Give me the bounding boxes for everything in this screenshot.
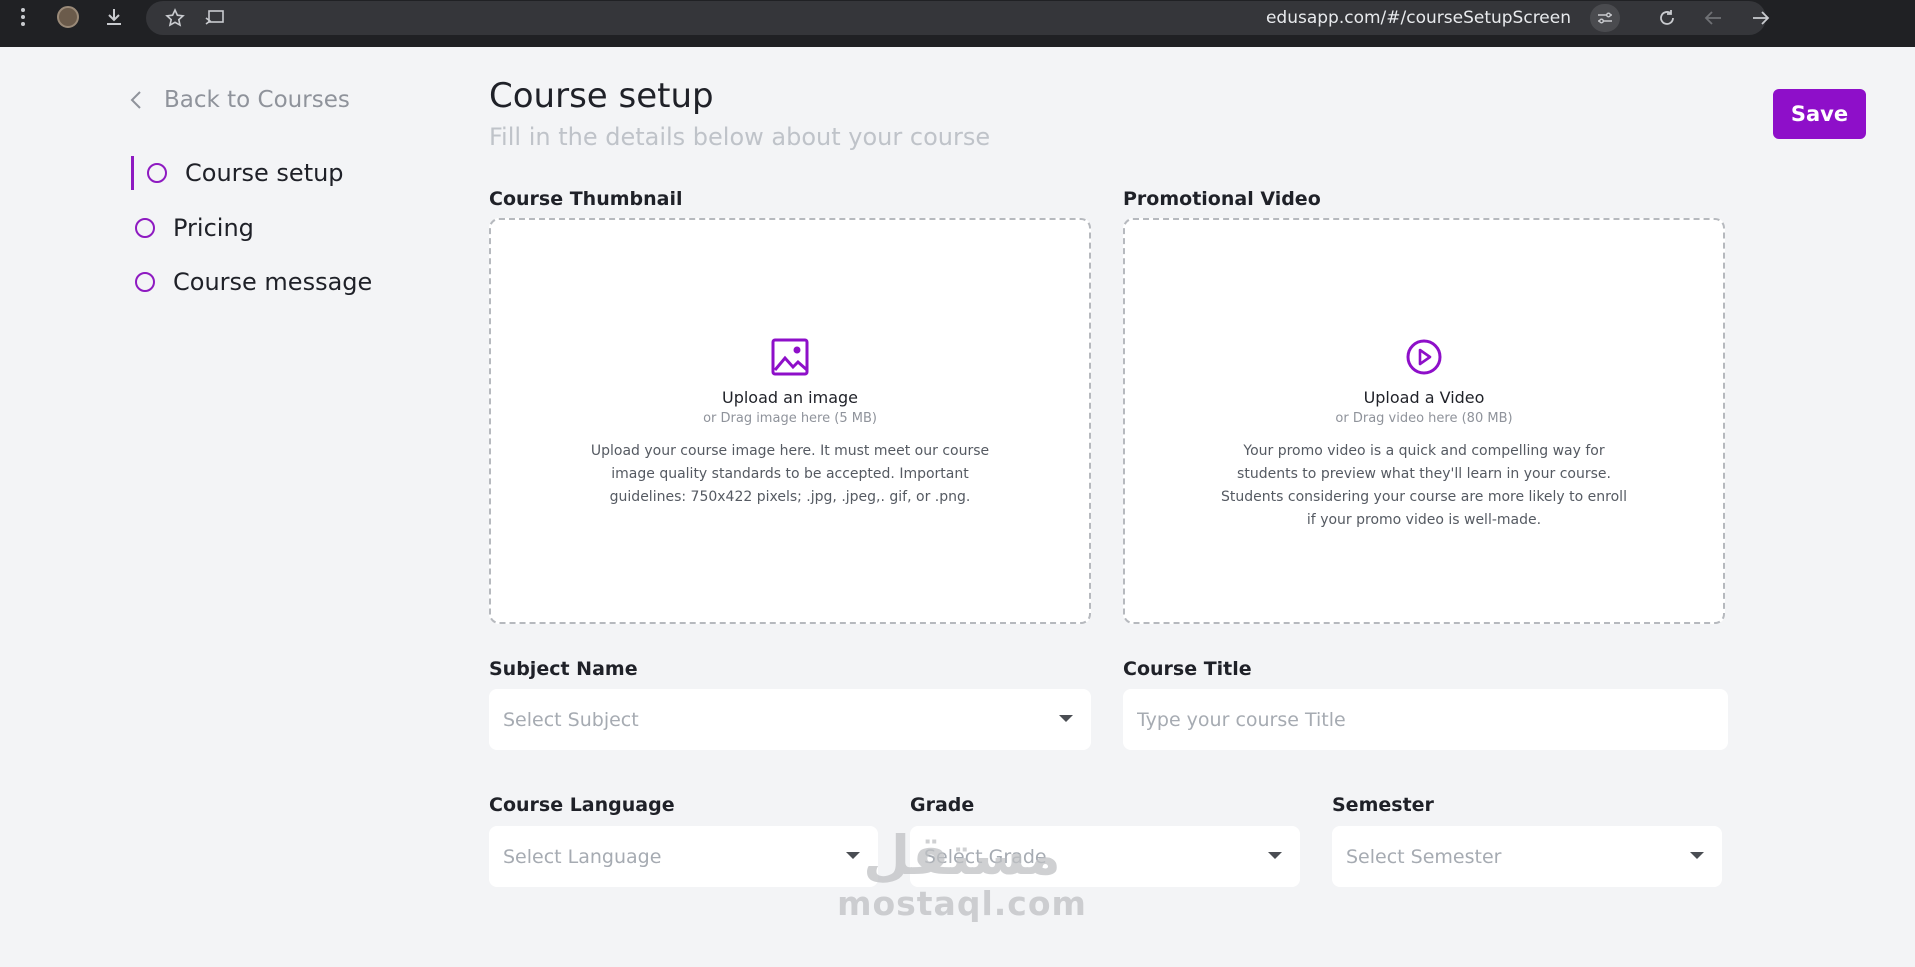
language-label: Course Language [489, 794, 675, 816]
sidebar-item-label: Pricing [173, 214, 254, 242]
back-arrow-icon[interactable] [1702, 1, 1724, 35]
video-upload-hint: or Drag video here (80 MB) [1335, 411, 1513, 426]
grade-label: Grade [910, 794, 975, 816]
video-dropzone[interactable]: Upload a Video or Drag video here (80 MB… [1123, 218, 1725, 624]
caret-down-icon [1268, 852, 1282, 859]
thumbnail-dropzone[interactable]: Upload an image or Drag image here (5 MB… [489, 218, 1091, 624]
semester-select[interactable]: Select Semester [1332, 826, 1722, 887]
thumbnail-description: Upload your course image here. It must m… [590, 443, 990, 505]
sidebar-item-pricing[interactable]: Pricing [135, 211, 254, 245]
chevron-left-icon [130, 91, 141, 109]
kebab-menu-icon[interactable] [12, 0, 34, 34]
step-circle-icon [147, 163, 167, 183]
subject-select[interactable]: Select Subject [489, 689, 1091, 750]
back-to-courses-link[interactable]: Back to Courses [130, 84, 350, 116]
thumbnail-upload-hint: or Drag image here (5 MB) [703, 411, 877, 426]
back-label: Back to Courses [164, 87, 350, 113]
course-title-label: Course Title [1123, 658, 1252, 680]
image-icon [771, 338, 809, 376]
play-circle-icon [1406, 339, 1442, 375]
sidebar-item-label: Course message [173, 268, 373, 296]
watermark-latin: mostaql.com [837, 884, 1087, 923]
caret-down-icon [1690, 852, 1704, 859]
language-placeholder: Select Language [503, 845, 662, 868]
site-settings-icon[interactable] [1590, 1, 1620, 35]
forward-arrow-icon[interactable] [1750, 1, 1772, 35]
url-text[interactable]: edusapp.com/#/courseSetupScreen [1266, 1, 1571, 35]
thumbnail-label: Course Thumbnail [489, 188, 683, 210]
active-indicator [131, 156, 134, 190]
video-label: Promotional Video [1123, 188, 1321, 210]
sidebar-item-course-setup[interactable]: Course setup [147, 156, 344, 190]
subject-label: Subject Name [489, 658, 638, 680]
language-select[interactable]: Select Language [489, 826, 878, 887]
course-title-input[interactable] [1137, 708, 1728, 731]
cast-screen-icon[interactable] [204, 1, 226, 35]
page-subtitle: Fill in the details below about your cou… [489, 123, 991, 151]
save-button[interactable]: Save [1773, 89, 1866, 139]
semester-placeholder: Select Semester [1346, 845, 1502, 868]
subject-placeholder: Select Subject [503, 708, 639, 731]
video-description: Your promo video is a quick and compelli… [1221, 443, 1627, 528]
profile-avatar[interactable] [56, 0, 80, 34]
sidebar-item-label: Course setup [185, 159, 344, 187]
watermark-arabic: مستقل [863, 824, 1061, 887]
caret-down-icon [1059, 715, 1073, 722]
bookmark-star-icon[interactable] [164, 1, 186, 35]
video-upload-title: Upload a Video [1363, 388, 1485, 407]
semester-label: Semester [1332, 794, 1434, 816]
sidebar-item-course-message[interactable]: Course message [135, 265, 372, 299]
step-circle-icon [135, 272, 155, 292]
watermark: مستقل mostaql.com [832, 826, 1092, 922]
download-icon[interactable] [102, 0, 126, 34]
browser-toolbar: edusapp.com/#/courseSetupScreen [0, 0, 1915, 47]
step-circle-icon [135, 218, 155, 238]
course-title-field[interactable] [1123, 689, 1728, 750]
reload-icon[interactable] [1656, 1, 1678, 35]
page-title: Course setup [489, 76, 714, 116]
address-bar[interactable]: edusapp.com/#/courseSetupScreen [146, 1, 1770, 35]
thumbnail-upload-title: Upload an image [721, 388, 858, 407]
